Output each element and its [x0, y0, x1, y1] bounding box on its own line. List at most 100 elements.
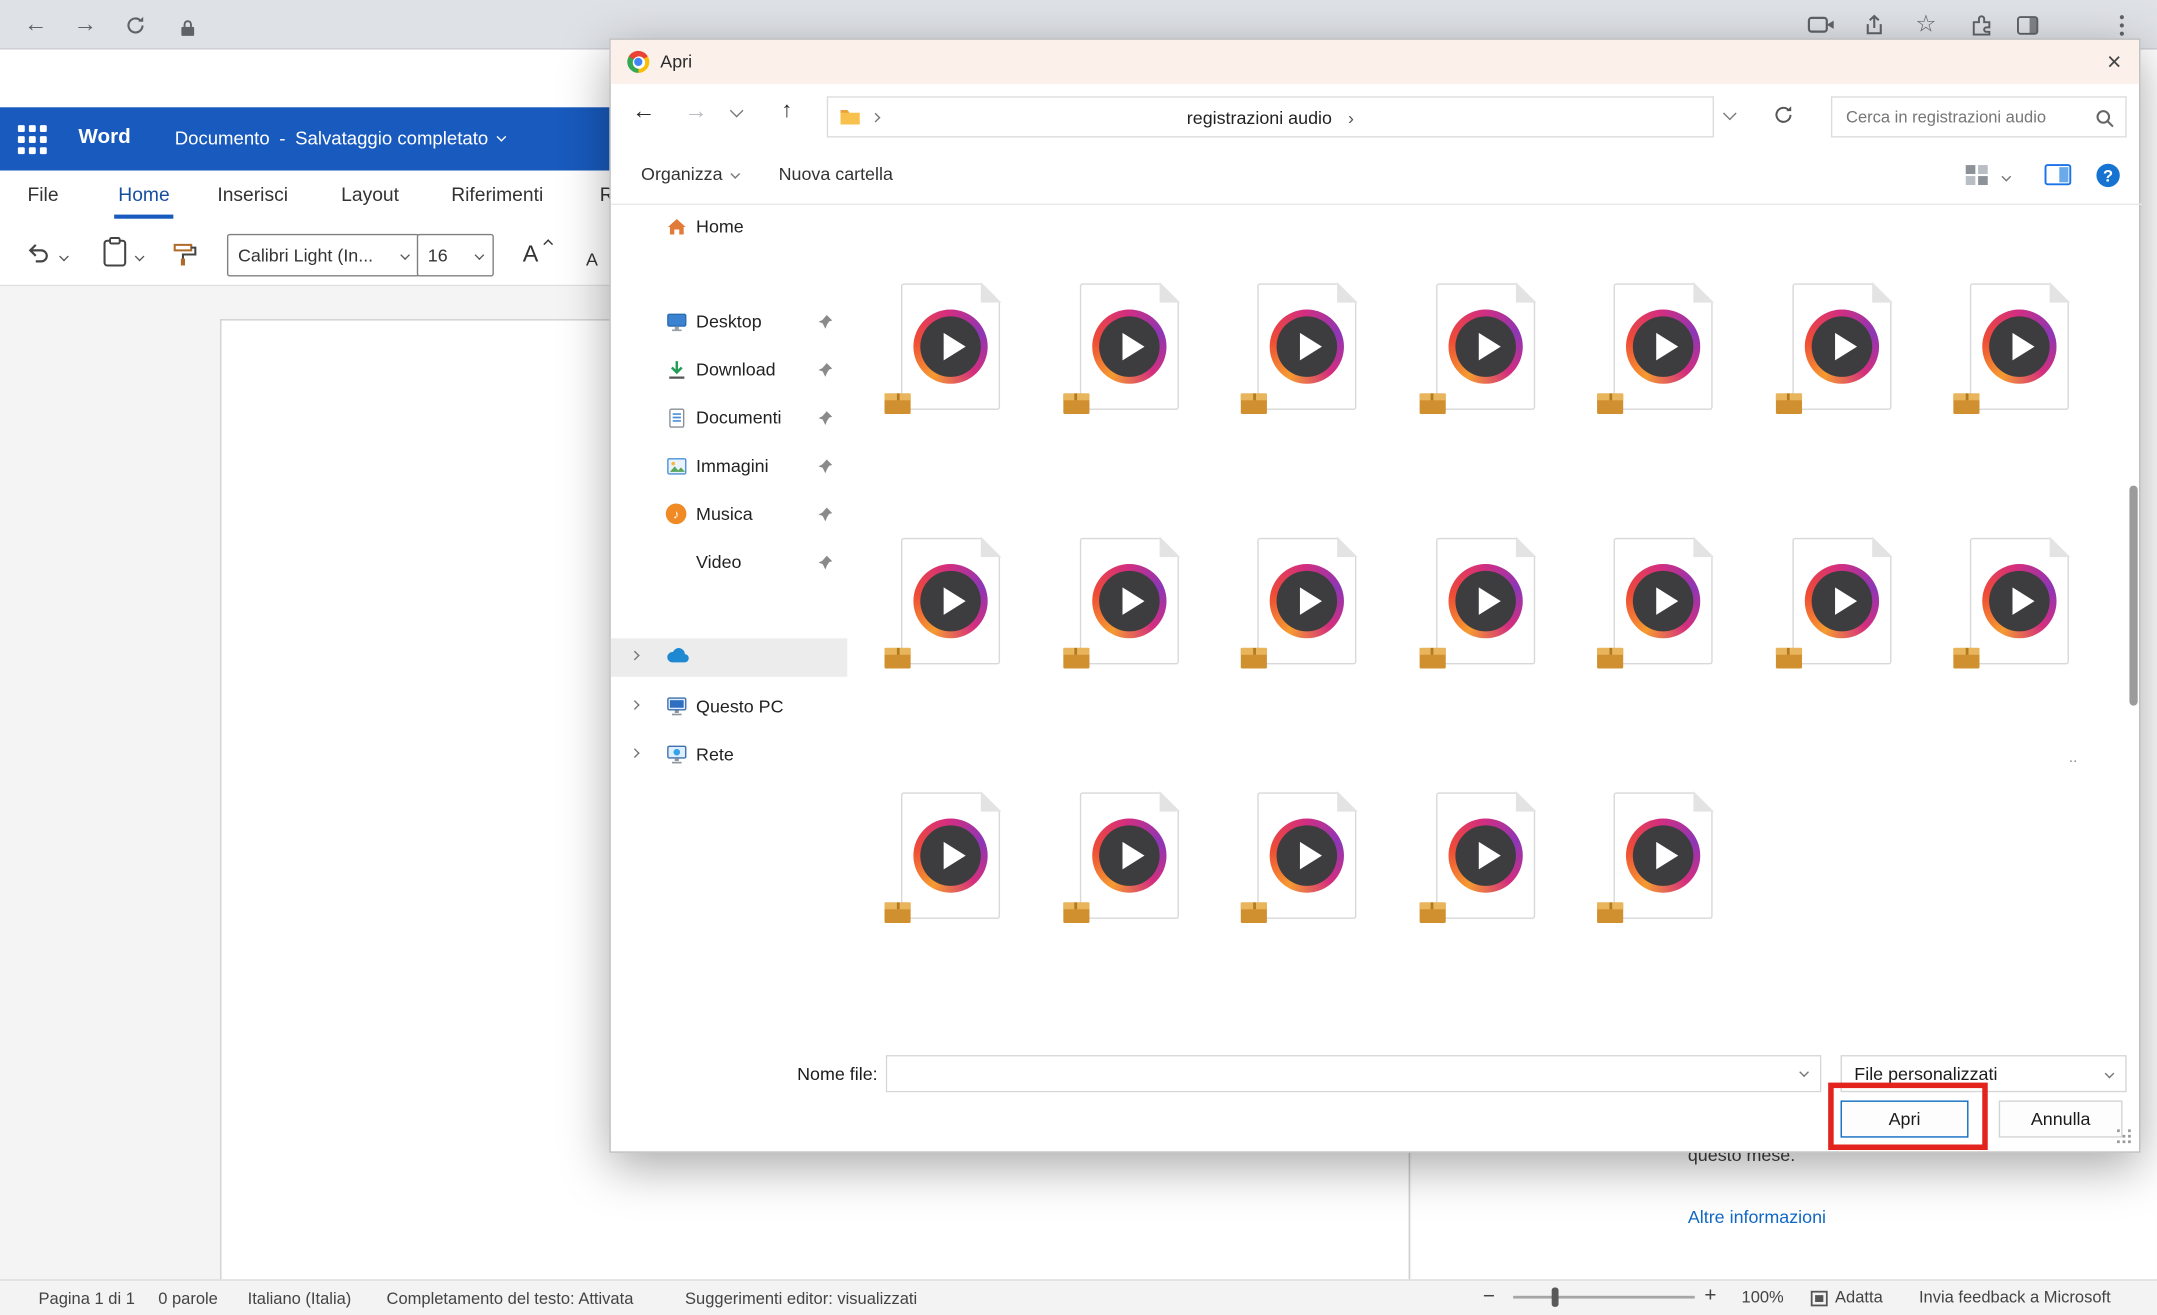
nav-back-icon[interactable]: ←	[627, 95, 660, 128]
share-icon[interactable]	[1857, 8, 1890, 41]
audio-file-icon[interactable]	[1792, 538, 1891, 665]
audio-file-icon[interactable]	[1792, 283, 1891, 410]
audio-file-icon[interactable]	[1257, 283, 1356, 410]
grow-font-button[interactable]: A	[523, 241, 539, 269]
audio-file-icon[interactable]	[1614, 283, 1713, 410]
pin-icon[interactable]	[817, 410, 834, 431]
document-title[interactable]: Documento - Salvataggio completato	[175, 128, 505, 149]
address-breadcrumb-bar[interactable]: registrazioni audio ›	[827, 96, 1714, 137]
page-count[interactable]: Pagina 1 di 1	[39, 1289, 135, 1308]
search-input[interactable]	[1832, 98, 2125, 137]
pin-icon[interactable]	[817, 458, 834, 479]
app-launcher-icon[interactable]	[18, 125, 47, 154]
audio-file-icon[interactable]	[1435, 538, 1534, 665]
view-mode-icon[interactable]	[1964, 164, 1989, 190]
audio-file-icon[interactable]	[901, 283, 1000, 410]
nav-forward-icon[interactable]: →	[680, 95, 713, 128]
refresh-icon[interactable]	[1772, 103, 1795, 131]
audio-file-icon[interactable]	[1614, 792, 1713, 919]
more-info-link[interactable]: Altre informazioni	[1688, 1206, 1826, 1227]
bookmark-star-icon[interactable]: ☆	[1909, 8, 1942, 41]
sidebar-item-questo-pc[interactable]: Questo PC	[611, 688, 848, 727]
font-size-select[interactable]: 16	[417, 234, 494, 277]
editor-suggestions-status[interactable]: Suggerimenti editor: visualizzati	[685, 1289, 917, 1308]
audio-file-icon[interactable]	[1079, 283, 1178, 410]
audio-file-icon[interactable]	[901, 792, 1000, 919]
audio-file-icon[interactable]	[1970, 283, 2069, 410]
sidebar-item-home[interactable]: Home	[611, 208, 848, 247]
shrink-font-button[interactable]: A	[586, 249, 598, 270]
zoom-out-button[interactable]: −	[1483, 1285, 1495, 1308]
file-list-scrollbar-thumb[interactable]	[2129, 486, 2137, 706]
audio-file-icon[interactable]	[1970, 538, 2069, 665]
organize-menu[interactable]: Organizza	[641, 164, 739, 185]
help-icon[interactable]: ?	[2096, 164, 2119, 187]
language-indicator[interactable]: Italiano (Italia)	[248, 1289, 352, 1308]
feedback-link[interactable]: Invia feedback a Microsoft	[1919, 1288, 2111, 1307]
zoom-slider-track[interactable]	[1513, 1296, 1695, 1299]
tree-expand-icon[interactable]	[630, 700, 640, 710]
sidebar-item-documenti[interactable]: Documenti	[611, 399, 848, 438]
side-panel-icon[interactable]	[2011, 8, 2044, 41]
browser-menu-icon[interactable]	[2105, 8, 2138, 41]
tree-expand-icon[interactable]	[630, 748, 640, 758]
cancel-button[interactable]: Annulla	[1999, 1100, 2123, 1137]
zoom-slider-handle[interactable]	[1552, 1288, 1559, 1307]
font-name-select[interactable]: Calibri Light (In...	[227, 234, 420, 277]
tab-riferimenti[interactable]: Riferimenti	[451, 183, 543, 219]
dialog-close-button[interactable]: ×	[2096, 45, 2132, 78]
audio-file-icon[interactable]	[1435, 792, 1534, 919]
audio-file-icon[interactable]	[1079, 792, 1178, 919]
browser-reload-icon[interactable]	[118, 8, 151, 41]
preview-pane-icon[interactable]	[2044, 164, 2072, 190]
sidebar-item-musica[interactable]: ♪ Musica	[611, 495, 848, 534]
dialog-title-bar[interactable]: Apri ×	[611, 40, 2139, 84]
tree-expand-icon[interactable]	[630, 651, 640, 661]
pin-icon[interactable]	[817, 314, 834, 335]
text-completion-status[interactable]: Completamento del testo: Attivata	[387, 1289, 634, 1308]
tab-home[interactable]: Home	[118, 183, 169, 219]
file-name-input[interactable]	[887, 1056, 1820, 1090]
file-name-field[interactable]	[886, 1055, 1821, 1092]
fit-page-icon[interactable]	[1810, 1290, 1828, 1311]
pin-icon[interactable]	[817, 554, 834, 575]
zoom-percentage[interactable]: 100%	[1742, 1288, 1784, 1307]
audio-file-icon[interactable]	[1257, 792, 1356, 919]
sidebar-item-download[interactable]: Download	[611, 351, 848, 390]
fit-label[interactable]: Adatta	[1835, 1288, 1883, 1307]
address-dropdown-icon[interactable]	[1723, 107, 1737, 121]
audio-file-icon[interactable]	[1614, 538, 1713, 665]
browser-forward-icon[interactable]: →	[69, 8, 102, 41]
undo-dropdown-icon[interactable]	[59, 252, 69, 262]
audio-file-icon[interactable]	[1079, 538, 1178, 665]
tab-file[interactable]: File	[28, 183, 59, 219]
new-folder-button[interactable]: Nuova cartella	[779, 164, 893, 185]
tab-layout[interactable]: Layout	[341, 183, 399, 219]
breadcrumb-path[interactable]: registrazioni audio ›	[828, 107, 1713, 128]
word-count[interactable]: 0 parole	[158, 1289, 218, 1308]
zoom-in-button[interactable]: +	[1704, 1283, 1716, 1306]
sidebar-item-onedrive[interactable]	[611, 638, 848, 677]
format-painter-icon[interactable]	[171, 241, 199, 271]
sidebar-item-desktop[interactable]: Desktop	[611, 303, 848, 342]
pin-icon[interactable]	[817, 506, 834, 527]
browser-back-icon[interactable]: ←	[19, 8, 52, 41]
nav-up-icon[interactable]: ↑	[770, 95, 803, 128]
view-mode-dropdown-icon[interactable]	[2001, 172, 2011, 182]
camera-icon[interactable]	[1805, 8, 1838, 41]
audio-file-icon[interactable]	[1257, 538, 1356, 665]
paste-clipboard-icon[interactable]	[102, 237, 128, 273]
audio-file-icon[interactable]	[901, 538, 1000, 665]
sidebar-item-immagini[interactable]: Immagini	[611, 447, 848, 486]
pin-icon[interactable]	[817, 362, 834, 383]
paste-dropdown-icon[interactable]	[135, 252, 145, 262]
tab-inserisci[interactable]: Inserisci	[217, 183, 288, 219]
undo-icon[interactable]	[25, 241, 51, 270]
search-box[interactable]	[1831, 96, 2127, 137]
sidebar-item-rete[interactable]: Rete	[611, 736, 848, 775]
extensions-puzzle-icon[interactable]	[1964, 8, 1997, 41]
audio-file-icon[interactable]	[1435, 283, 1534, 410]
resize-grip[interactable]	[2117, 1129, 2132, 1144]
sidebar-item-video[interactable]: Video	[611, 543, 848, 582]
nav-recent-dropdown-icon[interactable]	[730, 104, 744, 118]
